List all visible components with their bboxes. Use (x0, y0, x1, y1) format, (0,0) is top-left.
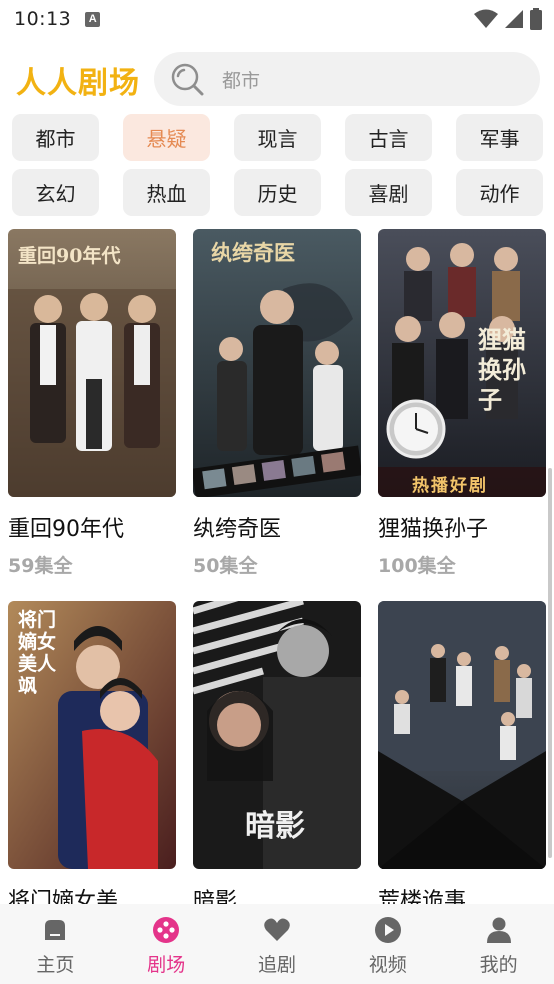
drama-title: 重回90年代 (8, 517, 124, 542)
nav-label: 我的 (479, 954, 518, 976)
nav-home[interactable]: 主页 (0, 904, 111, 984)
battery-icon (530, 8, 542, 34)
drama-list[interactable]: 重回90年代 重回90年代 59集全 纨绔奇医 纨绔奇医 50集全 狸猫换孙子 … (0, 228, 554, 904)
status-bar: 10:13 A (0, 0, 554, 38)
header: 人人剧场 都市 (0, 50, 554, 108)
poster-title: 狸猫换孙子 (478, 325, 526, 414)
drama-poster[interactable]: 重回90年代 (8, 229, 176, 497)
drama-poster[interactable]: 纨绔奇医 (193, 229, 361, 497)
home-icon (41, 916, 69, 944)
heart-icon (263, 916, 291, 944)
category-chip[interactable]: 玄幻 (12, 169, 99, 216)
profile-icon (485, 916, 513, 944)
category-chip[interactable]: 都市 (12, 114, 99, 161)
theater-icon (152, 916, 180, 944)
drama-title: 暗影 (193, 889, 238, 904)
nav-video[interactable]: 视频 (332, 904, 443, 984)
search-input[interactable]: 都市 (154, 52, 540, 106)
drama-card[interactable]: 荒楼诡事 (378, 601, 546, 904)
drama-card[interactable]: 狸猫换孙子 热播好剧 狸猫换孙子 100集全 (378, 229, 546, 601)
poster-title: 重回90年代 (18, 245, 121, 267)
category-chip[interactable]: 古言 (345, 114, 432, 161)
poster-subtitle: 热播好剧 (412, 476, 488, 496)
drama-card[interactable]: 重回90年代 重回90年代 59集全 (8, 229, 176, 601)
nav-label: 视频 (368, 954, 407, 976)
category-chip[interactable]: 军事 (456, 114, 543, 161)
app-title: 人人剧场 (16, 66, 140, 101)
search-icon (170, 62, 204, 96)
status-time: 10:13 (14, 8, 72, 30)
poster-title: 将门嫡女美人飒 (18, 609, 57, 697)
nav-label: 追剧 (257, 954, 296, 976)
drama-poster[interactable]: 将门嫡女美人飒 (8, 601, 176, 869)
category-chip[interactable]: 悬疑 (123, 114, 210, 161)
drama-poster[interactable]: 狸猫换孙子 热播好剧 (378, 229, 546, 497)
nav-profile[interactable]: 我的 (443, 904, 554, 984)
signal-icon (504, 9, 524, 33)
episode-count: 59集全 (8, 555, 73, 577)
category-chips: 都市 悬疑 现言 古言 军事 玄幻 热血 历史 喜剧 动作 (12, 114, 544, 216)
poster-title: 暗影 (245, 809, 305, 844)
notification-icon: A (85, 11, 101, 27)
drama-card[interactable]: 暗影 暗影 (193, 601, 361, 904)
bottom-nav: 主页 剧场 追剧 视频 我的 (0, 904, 554, 984)
episode-count: 100集全 (378, 555, 456, 577)
nav-follow[interactable]: 追剧 (222, 904, 333, 984)
play-icon (374, 916, 402, 944)
category-chip[interactable]: 历史 (234, 169, 321, 216)
drama-poster[interactable] (378, 601, 546, 869)
category-chip[interactable]: 喜剧 (345, 169, 432, 216)
poster-title: 纨绔奇医 (211, 240, 295, 265)
drama-title: 纨绔奇医 (193, 517, 282, 542)
scrollbar[interactable] (548, 468, 552, 858)
nav-theater[interactable]: 剧场 (111, 904, 222, 984)
drama-title: 荒楼诡事 (378, 889, 467, 904)
drama-card[interactable]: 纨绔奇医 纨绔奇医 50集全 (193, 229, 361, 601)
drama-poster[interactable]: 暗影 (193, 601, 361, 869)
drama-card[interactable]: 将门嫡女美人飒 将门嫡女美 (8, 601, 176, 904)
drama-title: 将门嫡女美 (8, 889, 119, 904)
category-chip[interactable]: 热血 (123, 169, 210, 216)
nav-label: 主页 (36, 954, 75, 976)
category-chip[interactable]: 动作 (456, 169, 543, 216)
episode-count: 50集全 (193, 555, 258, 577)
search-placeholder: 都市 (222, 69, 261, 92)
category-chip[interactable]: 现言 (234, 114, 321, 161)
status-icons (474, 8, 542, 34)
wifi-icon (474, 9, 498, 33)
nav-label: 剧场 (147, 954, 186, 976)
drama-title: 狸猫换孙子 (378, 517, 489, 542)
